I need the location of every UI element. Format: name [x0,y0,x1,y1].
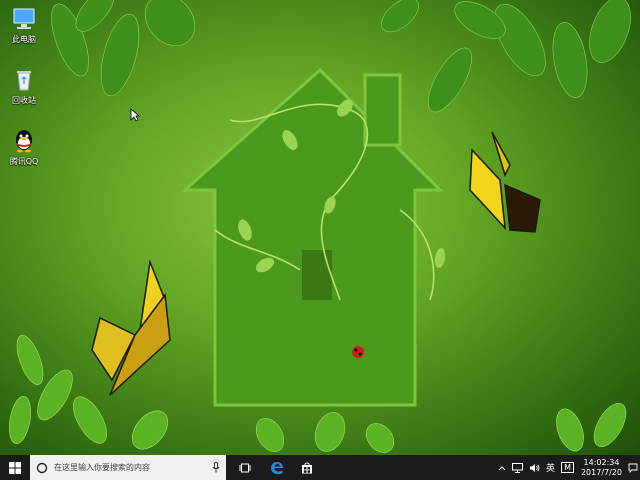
notification-icon [628,463,638,473]
edge-browser-icon [271,461,283,474]
desktop-icon-label: 此电脑 [12,35,36,44]
desktop-icon-tencent-qq[interactable]: 腾讯QQ [2,128,46,167]
wallpaper-grass-house [9,0,631,453]
ime-mode-indicator[interactable]: M [558,455,577,480]
recycle-bin-icon [11,67,37,93]
desktop-icon-label: 腾讯QQ [9,157,39,166]
microphone-icon[interactable] [212,462,220,473]
volume-icon[interactable] [526,455,543,480]
taskbar-edge-button[interactable] [264,455,290,480]
cortana-circle-icon [36,462,48,473]
desktop-icon-label: 回收站 [12,96,36,105]
clock-time: 14:02:34 [583,457,620,467]
start-button[interactable] [0,455,30,480]
action-center-button[interactable] [626,455,640,480]
desktop-icon-recycle-bin[interactable]: 回收站 [2,67,46,106]
desktop[interactable]: 此电脑 回收站 腾讯QQ [0,0,640,455]
computer-icon [11,6,37,32]
task-view-icon [239,463,251,472]
taskbar-search-box[interactable]: 在这里输入你要搜索的内容 [30,455,226,480]
ime-mode-label: M [561,462,574,473]
store-bag-icon [302,462,312,473]
taskbar-clock[interactable]: 14:02:34 2017/7/20 [577,458,626,478]
taskbar: 在这里输入你要搜索的内容 英 M 14:02:34 2017/7/20 [0,455,640,480]
task-view-button[interactable] [234,455,256,480]
tray-overflow-chevron-icon[interactable] [495,455,509,480]
input-language-indicator[interactable]: 英 [543,455,558,480]
desktop-icon-this-pc[interactable]: 此电脑 [2,6,46,45]
search-placeholder: 在这里输入你要搜索的内容 [54,463,150,472]
system-tray: 英 M 14:02:34 2017/7/20 [495,455,640,480]
clock-date: 2017/7/20 [580,467,622,477]
network-icon[interactable] [509,455,526,480]
qq-penguin-icon [11,128,37,154]
mouse-cursor-icon [130,108,140,122]
taskbar-store-button[interactable] [294,455,320,480]
windows-logo-icon [9,461,21,474]
